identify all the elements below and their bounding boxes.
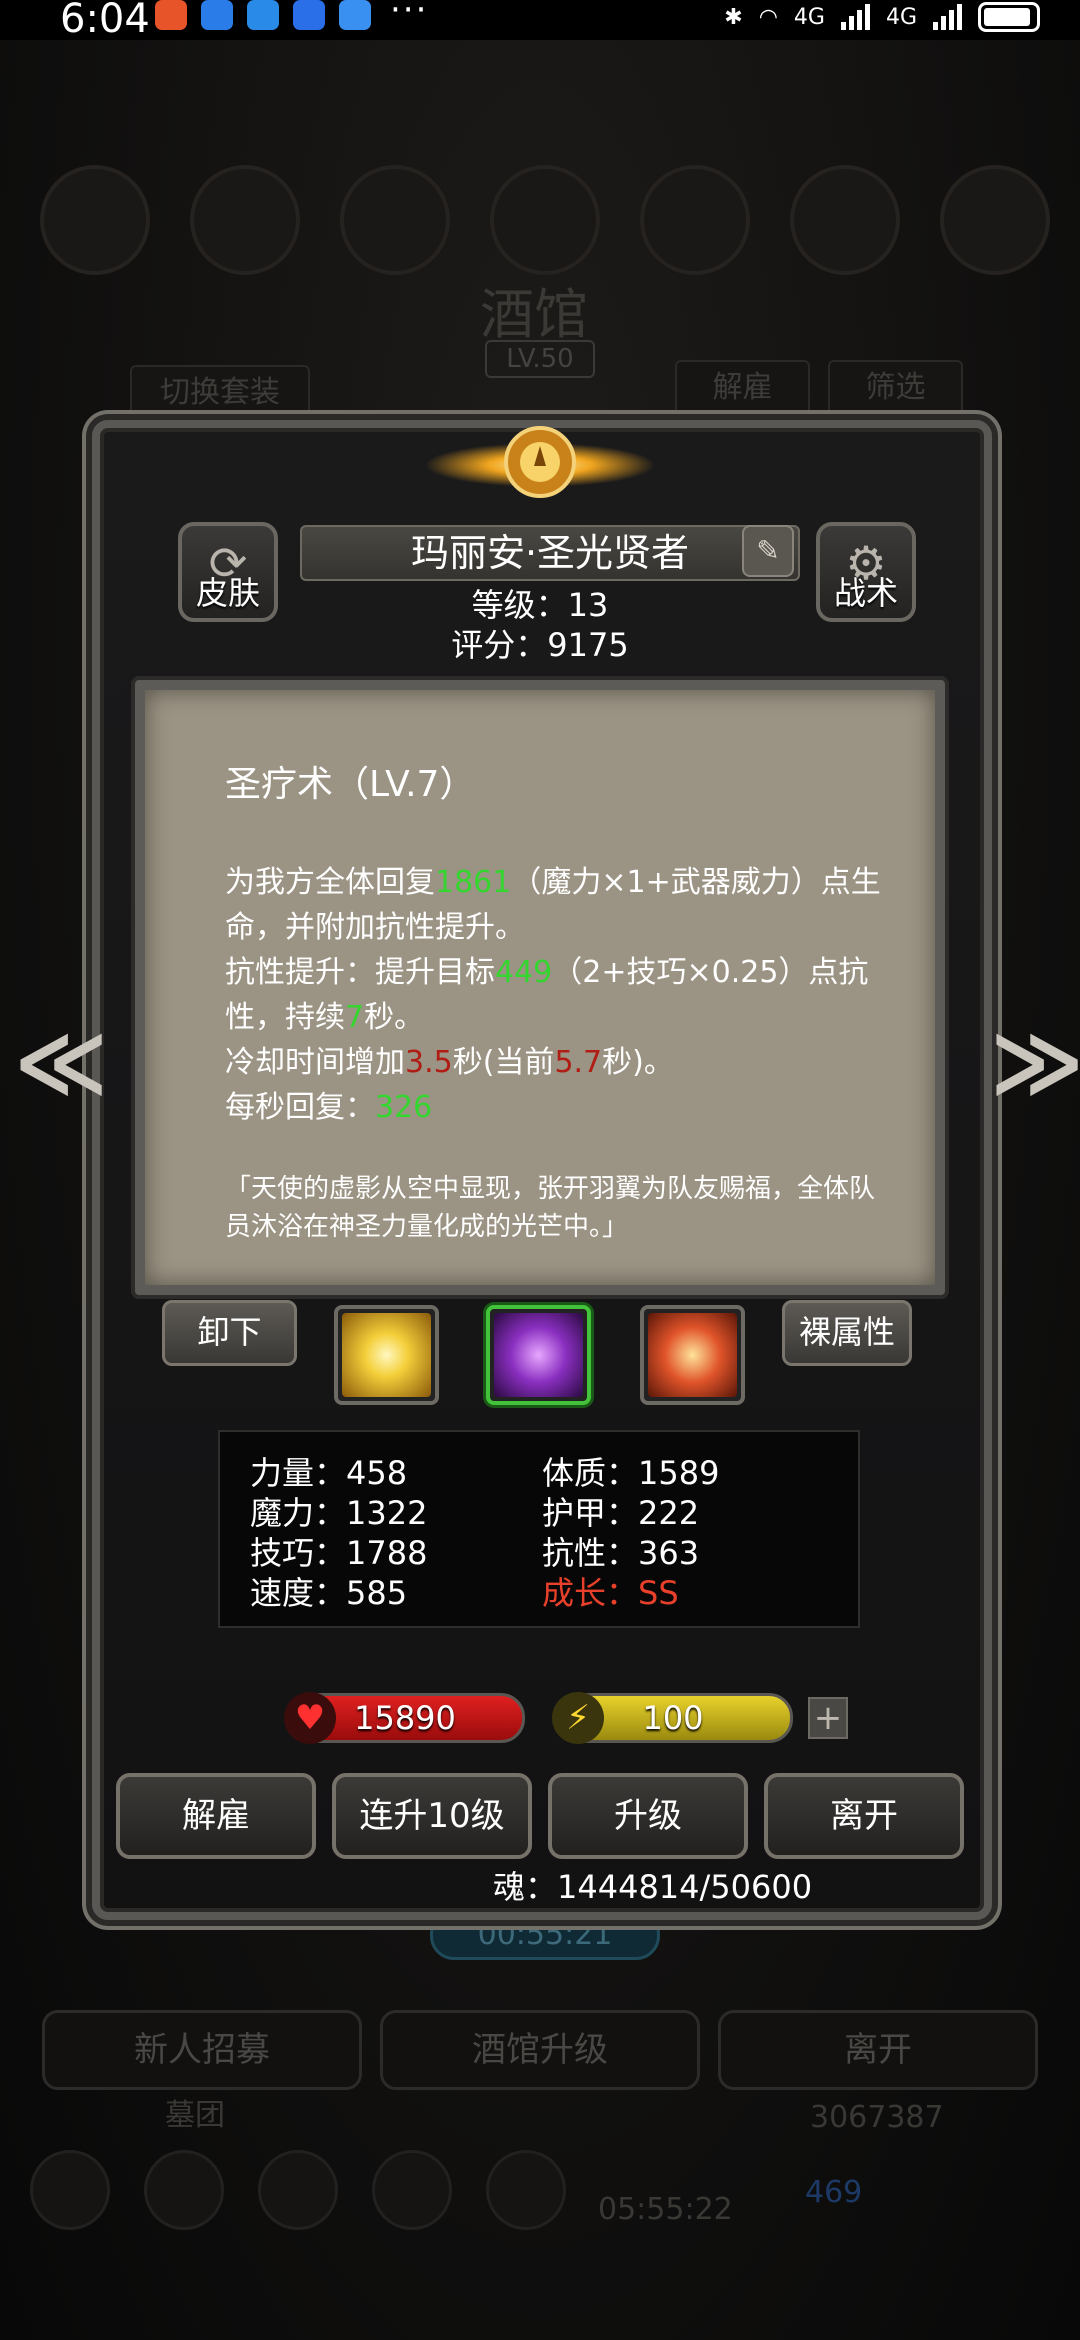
- hp-bar: ♥ 15890: [284, 1692, 525, 1744]
- desc-text: 为我方全体回复: [225, 865, 435, 900]
- desc-text: 抗性提升：提升目标: [225, 955, 495, 990]
- holy-shield-icon: [648, 1313, 737, 1397]
- bottom-nav-icon: [258, 2150, 338, 2230]
- status-time: 6:04: [60, 0, 150, 42]
- bg-leave-button: 离开: [718, 2010, 1038, 2090]
- wifi-icon: ◠: [758, 4, 778, 30]
- tavern-title: 酒馆: [480, 283, 588, 346]
- bg-slot-icon: [940, 165, 1050, 275]
- bg-filter-button: 筛选: [828, 360, 963, 416]
- bottom-timer: 05:55:22: [598, 2192, 733, 2227]
- upgrade-tavern-button: 酒馆升级: [380, 2010, 700, 2090]
- light-burst-icon: [342, 1313, 431, 1397]
- bottom-nav-icon: [30, 2150, 110, 2230]
- signal-label-1: 4G: [793, 4, 825, 30]
- cooldown-add-value: 3.5: [405, 1045, 453, 1080]
- add-energy-button[interactable]: +: [808, 1697, 848, 1739]
- bg-slot-icon: [490, 165, 600, 275]
- unequip-button[interactable]: 卸下: [162, 1300, 297, 1366]
- tavern-level: LV.50: [485, 340, 595, 378]
- skill-flavor-text: 「天使的虚影从空中显现，张开羽翼为队友赐福，全体队员沐浴在神圣力量化成的光芒中。…: [225, 1174, 876, 1242]
- message-app-icon: [247, 0, 279, 30]
- skill-slot-light-burst[interactable]: [334, 1305, 439, 1405]
- skill-description: 为我方全体回复1861（魔力×1+武器威力）点生命，并附加抗性提升。 抗性提升：…: [225, 860, 885, 1130]
- skill-slot-holy-shield[interactable]: [640, 1305, 745, 1405]
- hero-name: 玛丽安·圣光贤者: [410, 531, 690, 575]
- level-up-button[interactable]: 升级: [548, 1773, 748, 1859]
- resistance-value: 449: [495, 955, 553, 990]
- hero-score: 评分：9175: [451, 626, 629, 664]
- signal-icon-2: [933, 4, 962, 30]
- browser-app-icon: [201, 0, 233, 30]
- bottom-nav-icon: [144, 2150, 224, 2230]
- notification-icons: [155, 0, 371, 30]
- energy-bar: ⚡ 100: [552, 1692, 793, 1744]
- desc-text: 秒)。: [602, 1045, 674, 1080]
- battery-icon: [978, 2, 1040, 32]
- skill-slot-holy-heal[interactable]: [486, 1305, 591, 1405]
- stats-panel: 力量：458 魔力：1322 技巧：1788 速度：585 体质：1589 护甲…: [218, 1430, 860, 1628]
- bg-dismiss-button: 解雇: [675, 360, 810, 416]
- bottom-nav: [30, 2150, 566, 2230]
- skill-title: 圣疗术（LV.7）: [225, 764, 476, 805]
- heal-value: 1861: [435, 865, 512, 900]
- group-label: 墓团: [165, 2098, 225, 2133]
- hp-value: 15890: [354, 1699, 456, 1737]
- signal-icon-1: [840, 4, 870, 30]
- regen-value: 326: [375, 1090, 433, 1125]
- more-notifications-icon: ···: [390, 0, 429, 30]
- soul-counter: 魂：1444814/50600: [493, 1868, 813, 1906]
- next-hero-arrow-icon[interactable]: ≫: [990, 1010, 1080, 1115]
- leave-button[interactable]: 离开: [764, 1773, 964, 1859]
- signal-label-2: 4G: [885, 4, 917, 30]
- bg-slot-icon: [340, 165, 450, 275]
- naked-attributes-button[interactable]: 裸属性: [782, 1300, 912, 1366]
- bg-slot-icon: [640, 165, 750, 275]
- game-app-icon: [155, 0, 187, 30]
- bg-slot-icon: [790, 165, 900, 275]
- recruit-button: 新人招募: [42, 2010, 362, 2090]
- cooldown-current-value: 5.7: [554, 1045, 603, 1080]
- gem-amount: 469: [805, 2175, 863, 2210]
- hero-name-plate: 玛丽安·圣光贤者: [300, 525, 800, 581]
- holy-heal-icon: [494, 1313, 583, 1397]
- sun-emblem-icon: [425, 426, 655, 498]
- energy-value: 100: [642, 1699, 704, 1737]
- status-bar: 6:04 ··· ✱ ◠ 4G 4G: [0, 0, 1080, 42]
- desc-text: 秒(当前: [452, 1045, 555, 1080]
- gold-amount: 3067387: [810, 2100, 944, 2135]
- bg-slot-icon: [40, 165, 150, 275]
- dismiss-button[interactable]: 解雇: [116, 1773, 316, 1859]
- bulb-app-icon: [293, 0, 325, 30]
- previous-hero-arrow-icon[interactable]: ≪: [14, 1010, 108, 1115]
- bottom-nav-icon: [372, 2150, 452, 2230]
- bottom-nav-icon: [486, 2150, 566, 2230]
- status-right: ✱ ◠ 4G 4G: [724, 2, 1040, 32]
- desc-text: 每秒回复：: [225, 1090, 375, 1125]
- stat-growth: 成长：SS: [542, 1574, 679, 1612]
- skill-description-card: 圣疗术（LV.7） 为我方全体回复1861（魔力×1+武器威力）点生命，并附加抗…: [135, 680, 945, 1295]
- bluetooth-icon: ✱: [724, 4, 743, 30]
- desc-text: 秒。: [364, 1000, 425, 1035]
- switch-set-button: 切换套装: [130, 365, 310, 421]
- stat-speed: 速度：585: [250, 1574, 408, 1612]
- desc-text: 冷却时间增加: [225, 1045, 405, 1080]
- duration-value: 7: [345, 1000, 365, 1035]
- weather-app-icon: [339, 0, 371, 30]
- level-up-10-button[interactable]: 连升10级: [332, 1773, 532, 1859]
- background-icon-row: [40, 165, 1050, 275]
- edit-name-icon[interactable]: ✎: [742, 525, 794, 577]
- bg-slot-icon: [190, 165, 300, 275]
